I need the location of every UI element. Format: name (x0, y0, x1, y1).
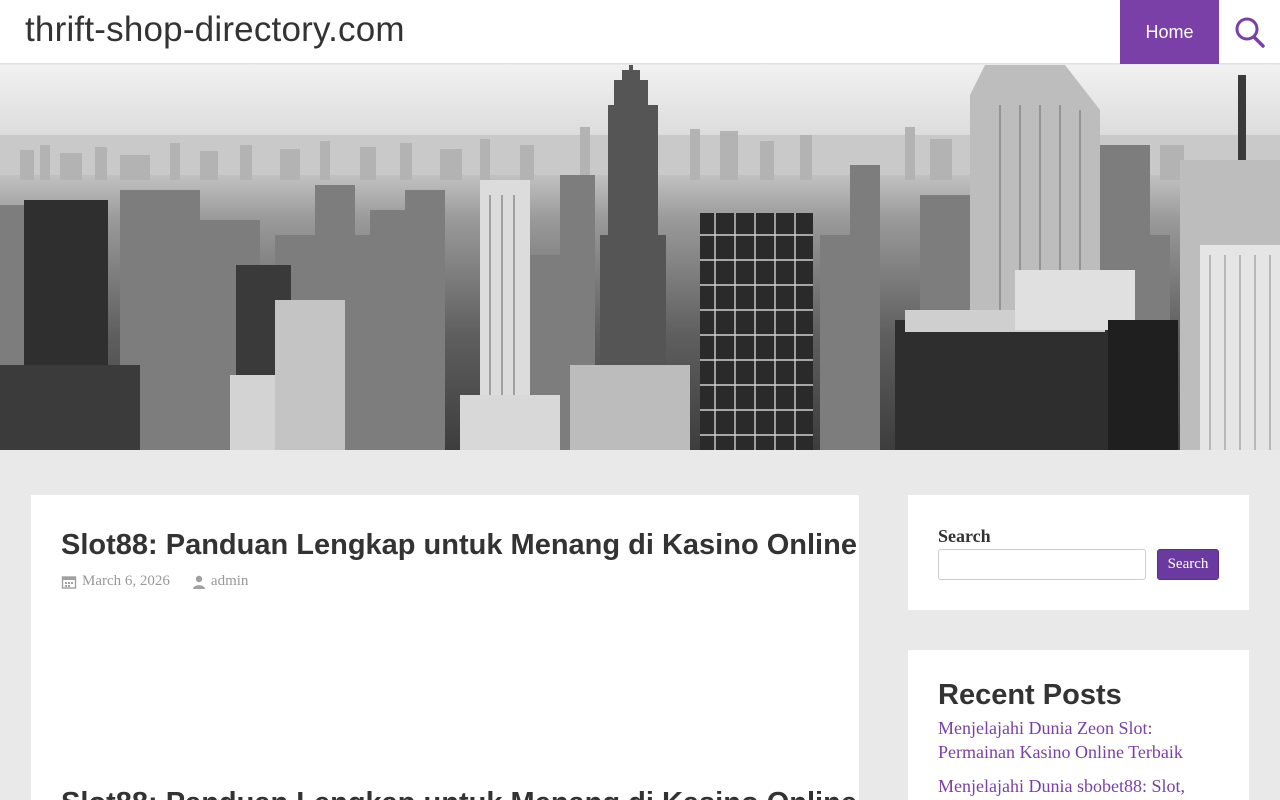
recent-posts-widget: Recent Posts Menjelajahi Dunia Zeon Slot… (908, 650, 1249, 800)
site-header: thrift-shop-directory.com Home (0, 0, 1280, 64)
search-button[interactable]: Search (1157, 549, 1219, 580)
recent-posts-list: Menjelajahi Dunia Zeon Slot: Permainan K… (938, 716, 1228, 800)
site-title[interactable]: thrift-shop-directory.com (25, 10, 405, 50)
recent-post-link[interactable]: Menjelajahi Dunia Zeon Slot: Permainan K… (938, 716, 1228, 764)
search-input[interactable] (938, 549, 1146, 580)
post-card: Slot88: Panduan Lengkap untuk Menang di … (31, 495, 859, 800)
post-title[interactable]: Slot88: Panduan Lengkap untuk Menang di … (61, 529, 857, 562)
user-icon (192, 575, 205, 589)
recent-post-link[interactable]: Menjelajahi Dunia sbobet88: Slot, (938, 774, 1228, 798)
post-meta: March 6, 2026 admin (61, 573, 248, 590)
recent-posts-title: Recent Posts (938, 679, 1122, 711)
nav-item-home[interactable]: Home (1120, 0, 1219, 64)
post-body-heading: Slot88: Panduan Lengkap untuk Menang di … (61, 787, 857, 800)
post-author-text: admin (210, 573, 249, 589)
post-author[interactable]: admin (192, 573, 249, 590)
search-widget: Search Search (908, 495, 1249, 610)
search-label: Search (938, 526, 991, 546)
post-date-text: March 6, 2026 (82, 573, 170, 589)
post-date[interactable]: March 6, 2026 (61, 573, 170, 590)
header-image (0, 65, 1280, 450)
calendar-icon (61, 575, 77, 589)
search-icon[interactable] (1224, 8, 1272, 56)
nav-item-home-label: Home (1145, 21, 1194, 42)
